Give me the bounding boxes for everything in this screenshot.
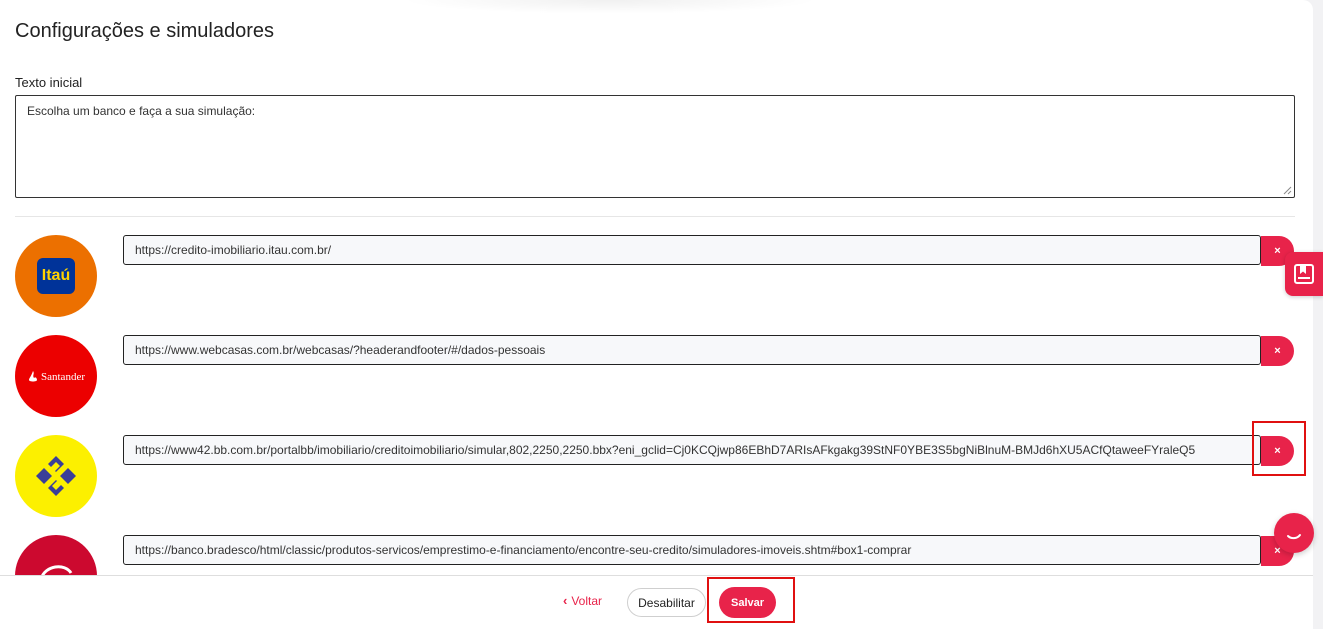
chat-button[interactable] xyxy=(1274,513,1314,553)
simulator-url-value: https://www.webcasas.com.br/webcasas/?he… xyxy=(135,343,546,357)
disable-button[interactable]: Desabilitar xyxy=(627,588,706,617)
simulator-url-input[interactable]: https://banco.bradesco/html/classic/prod… xyxy=(123,535,1261,565)
simulator-row-banco-do-brasil: https://www42.bb.com.br/portalbb/imobili… xyxy=(15,435,1295,517)
chevron-left-icon: ‹ xyxy=(563,593,568,608)
simulator-url-input[interactable]: https://www.webcasas.com.br/webcasas/?he… xyxy=(123,335,1261,365)
initial-text-label: Texto inicial xyxy=(15,75,83,90)
simulator-url-input[interactable]: https://credito-imobiliario.itau.com.br/ xyxy=(123,235,1261,265)
highlight-box-save xyxy=(707,577,795,623)
back-button[interactable]: ‹ Voltar xyxy=(563,593,602,608)
settings-panel: Configurações e simuladores Texto inicia… xyxy=(0,0,1313,629)
simulator-url-input[interactable]: https://www42.bb.com.br/portalbb/imobili… xyxy=(123,435,1261,465)
santander-logo-icon: Santander xyxy=(15,335,97,417)
initial-text-value: Escolha um banco e faça a sua simulação: xyxy=(27,104,256,118)
bookmark-book-icon xyxy=(1294,264,1314,284)
simulator-row-santander: Santander https://www.webcasas.com.br/we… xyxy=(15,335,1295,417)
itau-logo-text: Itaú xyxy=(41,267,71,284)
delete-simulator-button[interactable]: × xyxy=(1261,336,1294,366)
bookmark-tab[interactable] xyxy=(1285,252,1323,296)
highlight-box-delete xyxy=(1252,421,1306,476)
santander-logo-text: Santander xyxy=(41,371,85,383)
simulator-url-value: https://credito-imobiliario.itau.com.br/ xyxy=(135,243,332,257)
chat-icon xyxy=(1287,534,1301,540)
banco-do-brasil-logo-icon xyxy=(15,435,97,517)
back-label: Voltar xyxy=(571,593,603,608)
itau-logo-icon: Itaú xyxy=(15,235,97,317)
initial-text-textarea[interactable]: Escolha um banco e faça a sua simulação: xyxy=(15,95,1295,198)
simulator-url-value: https://www42.bb.com.br/portalbb/imobili… xyxy=(135,443,1196,457)
close-icon: × xyxy=(1274,345,1281,357)
close-icon: × xyxy=(1274,245,1281,257)
simulator-row-itau: Itaú https://credito-imobiliario.itau.co… xyxy=(15,235,1295,317)
resize-grip-icon[interactable] xyxy=(1282,185,1292,195)
simulator-url-value: https://banco.bradesco/html/classic/prod… xyxy=(135,543,912,557)
page-title: Configurações e simuladores xyxy=(15,20,275,42)
section-divider xyxy=(15,216,1295,217)
header-shadow xyxy=(400,0,820,14)
santander-flame-icon xyxy=(29,371,37,382)
